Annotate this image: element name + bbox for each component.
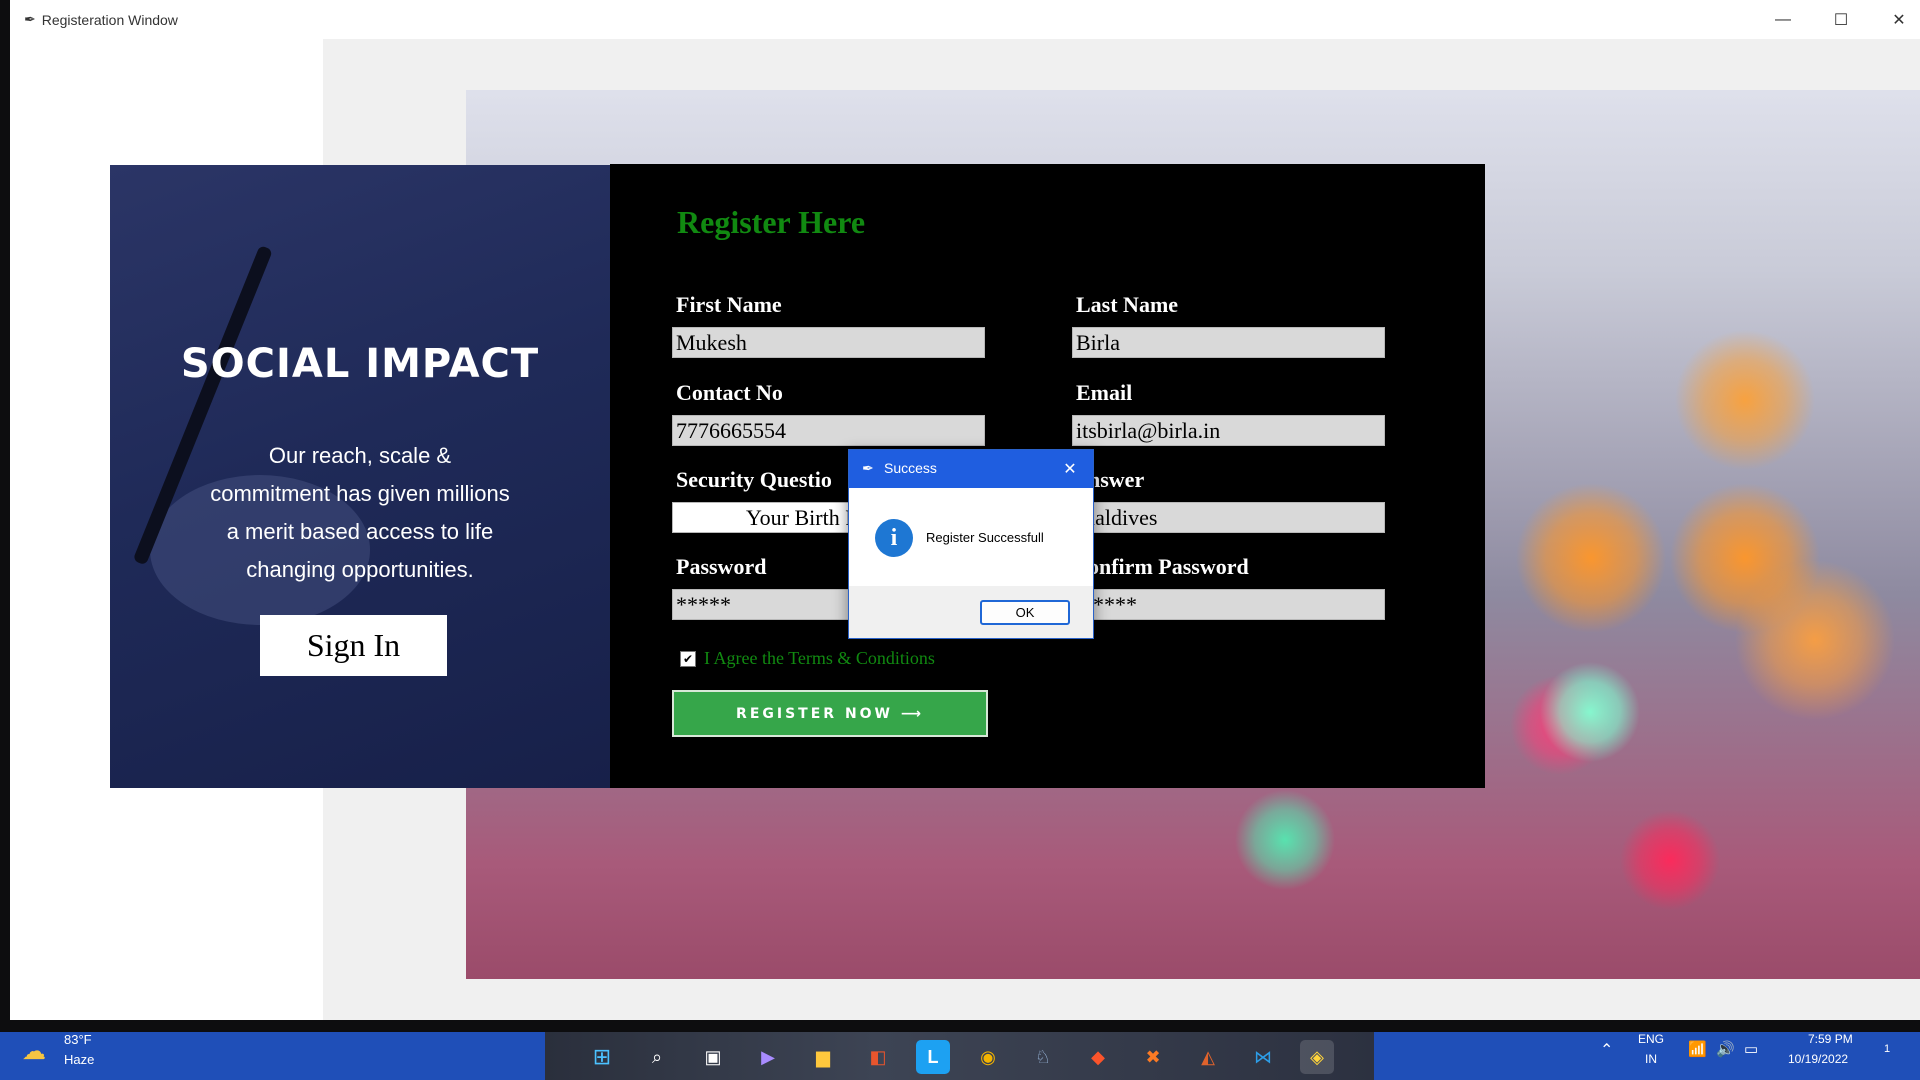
confirm-password-label: onfirm Password	[1088, 554, 1249, 579]
xampp-icon[interactable]: ✖	[1136, 1040, 1170, 1074]
window-title: Registeration Window	[41, 11, 178, 28]
brand-tagline-line: changing opportunities.	[246, 557, 474, 582]
terms-checkbox[interactable]: ✔	[680, 650, 696, 667]
git-tool-icon[interactable]: ◭	[1191, 1040, 1225, 1074]
register-now-button[interactable]: REGISTER NOW ⟶	[672, 690, 988, 737]
app-feather-icon: ✒	[24, 11, 36, 27]
form-title: Register Here	[677, 204, 866, 240]
language-indicator[interactable]: ENG	[1638, 1032, 1664, 1046]
dialog-close-button[interactable]: ✕	[1057, 456, 1083, 482]
brand-tagline-line: a merit based access to life	[226, 519, 494, 544]
weather-condition[interactable]: Haze	[64, 1052, 94, 1067]
vscode-icon[interactable]: ⋈	[1246, 1040, 1280, 1074]
office-icon[interactable]: ◧	[861, 1040, 895, 1074]
postgresql-icon[interactable]: ♘	[1026, 1040, 1060, 1074]
dialog-titlebar[interactable]: ✒ Success ✕	[849, 450, 1093, 488]
file-explorer-icon[interactable]: ▆	[806, 1040, 840, 1074]
security-question-label: Security Questio	[676, 467, 832, 492]
maximize-button[interactable]: ☐	[1812, 0, 1870, 39]
notification-badge[interactable]: 1	[1884, 1043, 1890, 1055]
sign-in-button[interactable]: Sign In	[260, 615, 447, 676]
weather-cloud-icon[interactable]: ☁	[22, 1037, 46, 1066]
brand-tagline-line: Our reach, scale &	[268, 443, 452, 468]
ok-button[interactable]: OK	[980, 600, 1070, 625]
minimize-button[interactable]: —	[1754, 0, 1812, 39]
brave-icon[interactable]: ◆	[1081, 1040, 1115, 1074]
wifi-icon[interactable]: 📶	[1688, 1040, 1707, 1058]
search-icon[interactable]: ⌕	[640, 1040, 674, 1074]
password-label: Password	[676, 554, 767, 579]
language-region[interactable]: IN	[1645, 1052, 1657, 1066]
last-name-label: Last Name	[1076, 292, 1179, 317]
answer-input[interactable]: laldives	[1072, 502, 1385, 533]
teams-chat-icon[interactable]: ▶	[751, 1040, 785, 1074]
contact-input[interactable]: 7776665554	[672, 415, 985, 446]
brand-tagline-line: commitment has given millions	[210, 481, 510, 506]
python-icon[interactable]: ◈	[1300, 1040, 1334, 1074]
info-icon: i	[875, 519, 913, 557]
dialog-message: Register Successfull	[926, 530, 1044, 545]
window-titlebar[interactable]: ✒ Registeration Window — ☐ ✕	[10, 0, 1920, 39]
close-button[interactable]: ✕	[1870, 0, 1920, 39]
brand-title: SOCIAL IMPACT	[180, 341, 540, 387]
last-name-input[interactable]: Birla	[1072, 327, 1385, 358]
battery-icon[interactable]: ▭	[1744, 1040, 1758, 1058]
terms-row: ✔ I Agree the Terms & Conditions	[680, 648, 935, 669]
weather-temperature[interactable]: 83°F	[64, 1032, 92, 1047]
app-l-icon[interactable]: L	[916, 1040, 950, 1074]
show-hidden-icons-chevron-up-icon[interactable]: ⌃	[1600, 1040, 1613, 1060]
terms-label[interactable]: I Agree the Terms & Conditions	[704, 648, 935, 669]
app-feather-icon: ✒	[862, 460, 874, 476]
chrome-icon[interactable]: ◉	[971, 1040, 1005, 1074]
clock-date[interactable]: 10/19/2022	[1788, 1052, 1848, 1066]
first-name-label: First Name	[676, 292, 782, 317]
confirm-password-input[interactable]: ****	[1072, 589, 1385, 620]
answer-label: nswer	[1088, 467, 1145, 492]
clock-time[interactable]: 7:59 PM	[1808, 1032, 1853, 1046]
email-input[interactable]: itsbirla@birla.in	[1072, 415, 1385, 446]
volume-icon[interactable]: 🔊	[1716, 1040, 1735, 1058]
windows-start-icon[interactable]: ⊞	[585, 1040, 619, 1074]
dialog-title: Success	[884, 460, 937, 476]
brand-panel: SOCIAL IMPACT Our reach, scale & commitm…	[110, 165, 610, 788]
first-name-input[interactable]: Mukesh	[672, 327, 985, 358]
task-view-icon[interactable]: ▣	[696, 1040, 730, 1074]
success-dialog: ✒ Success ✕ i Register Successfull OK	[848, 449, 1094, 639]
email-label: Email	[1076, 380, 1133, 405]
contact-label: Contact No	[676, 380, 783, 405]
